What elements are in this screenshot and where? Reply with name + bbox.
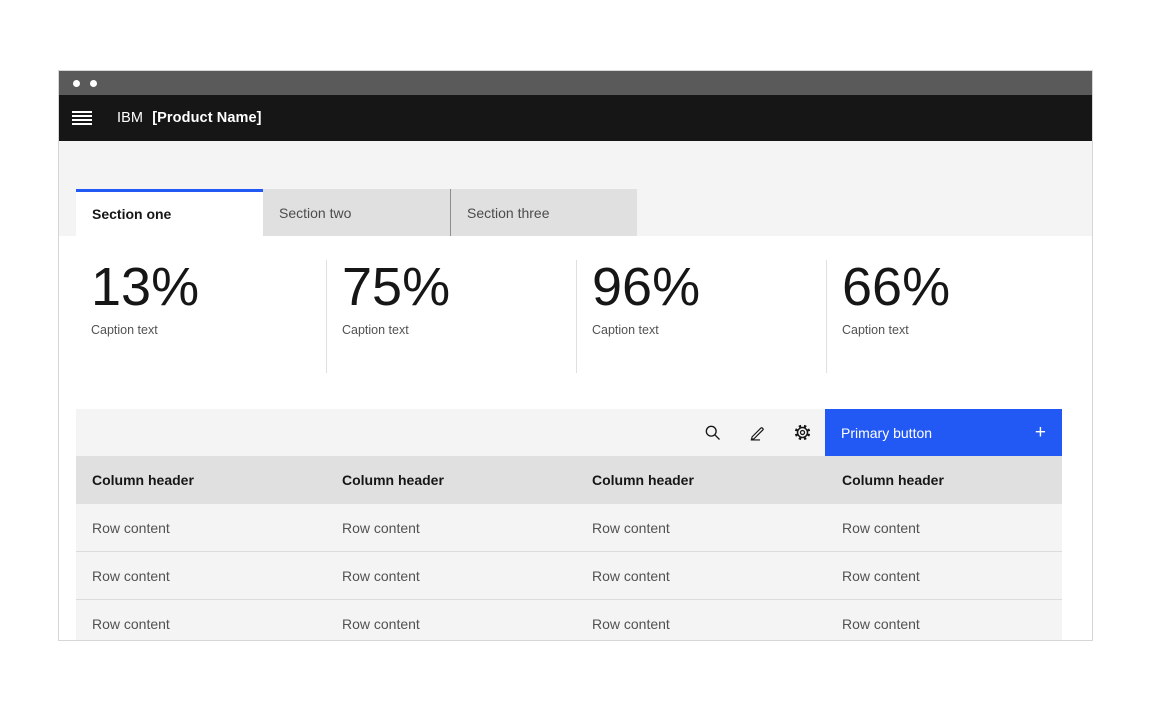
menu-icon[interactable] <box>72 111 92 126</box>
data-table: Primary button + Column header Column he… <box>76 409 1062 641</box>
search-button[interactable] <box>690 409 735 456</box>
stat-caption: Caption text <box>342 323 576 337</box>
table-row: Row content Row content Row content Row … <box>76 599 1062 641</box>
table-cell: Row content <box>826 504 1062 551</box>
stat-value: 75% <box>342 260 576 314</box>
stat-caption: Caption text <box>91 323 326 337</box>
product-name-label: [Product Name] <box>152 110 261 126</box>
tab-panel: 13% Caption text 75% Caption text 96% Ca… <box>59 236 1092 641</box>
brand-label: IBM <box>117 110 143 126</box>
stats-row: 13% Caption text 75% Caption text 96% Ca… <box>76 236 1092 373</box>
table-header-row: Column header Column header Column heade… <box>76 456 1062 504</box>
table-cell: Row content <box>76 552 326 599</box>
table-cell: Row content <box>576 552 826 599</box>
table-cell: Row content <box>826 552 1062 599</box>
search-icon <box>704 424 721 441</box>
app-header: IBM [Product Name] <box>59 95 1092 141</box>
page-content: Section one Section two Section three 13… <box>59 141 1092 641</box>
window-control-dot <box>90 80 97 87</box>
tabs: Section one Section two Section three <box>76 189 637 236</box>
edit-button[interactable] <box>735 409 780 456</box>
browser-window: IBM [Product Name] Section one Section t… <box>58 70 1093 641</box>
edit-icon <box>749 424 766 441</box>
tab-section-three[interactable]: Section three <box>450 189 637 236</box>
add-icon: + <box>1035 423 1046 442</box>
stat-value: 66% <box>842 260 1076 314</box>
window-control-dot <box>73 80 80 87</box>
primary-button-label: Primary button <box>841 425 932 441</box>
window-titlebar <box>59 71 1092 95</box>
column-header[interactable]: Column header <box>326 456 576 504</box>
column-header[interactable]: Column header <box>76 456 326 504</box>
table-cell: Row content <box>826 600 1062 641</box>
primary-button[interactable]: Primary button + <box>825 409 1062 456</box>
column-header[interactable]: Column header <box>576 456 826 504</box>
table-row: Row content Row content Row content Row … <box>76 551 1062 599</box>
tab-bar: Section one Section two Section three <box>59 141 1092 236</box>
stat-card: 66% Caption text <box>826 260 1076 373</box>
stat-caption: Caption text <box>592 323 826 337</box>
stat-card: 96% Caption text <box>576 260 826 373</box>
tab-section-two[interactable]: Section two <box>263 189 450 236</box>
table-toolbar: Primary button + <box>76 409 1062 456</box>
table-cell: Row content <box>326 600 576 641</box>
stat-caption: Caption text <box>842 323 1076 337</box>
stat-value: 96% <box>592 260 826 314</box>
table-cell: Row content <box>326 504 576 551</box>
tab-section-one[interactable]: Section one <box>76 189 263 236</box>
app-title: IBM [Product Name] <box>117 110 262 126</box>
table-cell: Row content <box>576 504 826 551</box>
stat-value: 13% <box>91 260 326 314</box>
table-cell: Row content <box>76 600 326 641</box>
settings-icon <box>794 424 811 441</box>
table-cell: Row content <box>576 600 826 641</box>
table-cell: Row content <box>326 552 576 599</box>
table-cell: Row content <box>76 504 326 551</box>
column-header[interactable]: Column header <box>826 456 1062 504</box>
table-row: Row content Row content Row content Row … <box>76 504 1062 551</box>
stat-card: 13% Caption text <box>76 260 326 373</box>
stat-card: 75% Caption text <box>326 260 576 373</box>
settings-button[interactable] <box>780 409 825 456</box>
